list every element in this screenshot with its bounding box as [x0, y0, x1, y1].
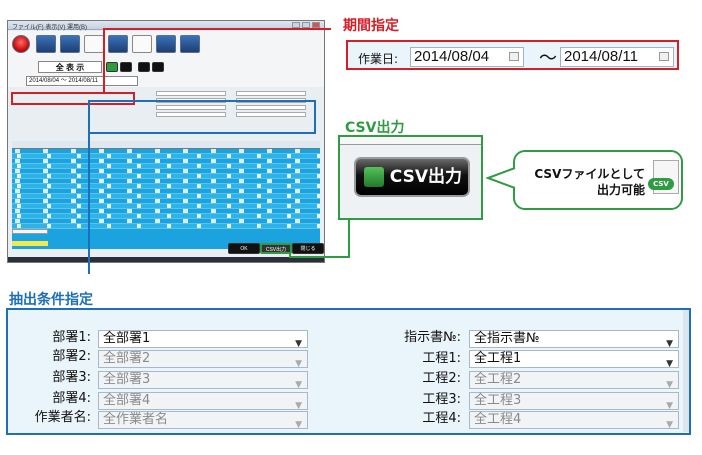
results-grid[interactable]: [12, 141, 320, 249]
csv-info-bubble: CSVファイルとして 出力可能 CSV: [513, 150, 683, 210]
blue-connector: [88, 134, 90, 274]
clear-button[interactable]: [152, 62, 164, 72]
filter-callout-label: 抽出条件指定: [9, 292, 93, 308]
calendar-icon[interactable]: [659, 52, 669, 61]
start-date-value: 2014/08/04: [414, 48, 490, 65]
process1-select[interactable]: 全工程1 ▼: [469, 350, 679, 369]
dept2-value: 全部署2: [103, 351, 151, 366]
table-row[interactable]: [12, 224, 320, 229]
download-arrow-icon: [364, 167, 384, 187]
dept2-label: 部署2:: [52, 349, 91, 364]
app-window-thumbnail: ファイル(F) 表示(V) 運用(B) 全 表 示 2014/08/04 ～ 2…: [7, 20, 325, 263]
process3-value: 全工程3: [474, 393, 522, 408]
tools-icon[interactable]: [180, 35, 200, 53]
period-panel: 作業日: 2014/08/04 ～ 2014/08/11: [346, 40, 679, 70]
red-connector-vertical: [103, 28, 105, 92]
dept1-value: 全部署1: [103, 331, 151, 346]
calendar-icon[interactable]: [509, 52, 519, 61]
bubble-text: CSVファイルとして 出力可能: [527, 166, 645, 198]
process3-label: 工程3:: [422, 392, 461, 407]
bubble-line-1: CSVファイルとして: [534, 167, 645, 181]
process2-value: 全工程2: [474, 372, 522, 387]
dept3-value: 全部署3: [103, 372, 151, 387]
process1-label: 工程1:: [422, 351, 461, 366]
document-icon[interactable]: [132, 35, 152, 53]
instruction-no-label: 指示書№:: [404, 330, 461, 345]
green-connector-c: [348, 220, 350, 258]
csv-callout-label: CSV出力: [345, 120, 405, 136]
chevron-down-icon: ▼: [666, 380, 673, 390]
instruction-no-select[interactable]: 全指示書№ ▼: [469, 330, 679, 349]
process4-value: 全工程4: [474, 412, 522, 427]
process4-select[interactable]: 全工程4 ▼: [469, 411, 679, 430]
chevron-down-icon: ▼: [295, 420, 302, 430]
window-icon[interactable]: [108, 35, 128, 53]
toolbar: 全 表 示 2014/08/04 ～ 2014/08/11: [8, 31, 324, 87]
csv-export-button[interactable]: CSV出力: [354, 157, 470, 197]
export-button[interactable]: [138, 62, 150, 72]
refresh-button[interactable]: [106, 62, 118, 72]
start-date-field[interactable]: 2014/08/04: [410, 47, 524, 67]
process2-select[interactable]: 全工程2 ▼: [469, 371, 679, 390]
worker-name-value: 全作業者名: [103, 412, 169, 427]
green-connector-b: [289, 256, 349, 258]
print-button[interactable]: [120, 62, 132, 72]
edit-icon[interactable]: [36, 35, 56, 53]
dept1-label: 部署1:: [52, 330, 91, 345]
calendar-icon[interactable]: [84, 35, 104, 53]
process3-select[interactable]: 全工程3 ▼: [469, 392, 679, 411]
status-bar: [8, 257, 324, 262]
csv-panel: CSV出力: [338, 135, 483, 220]
dept1-select[interactable]: 全部署1 ▼: [98, 330, 308, 349]
worker-name-select[interactable]: 全作業者名 ▼: [98, 411, 308, 430]
red-connector-horizontal: [103, 28, 331, 30]
filter-panel: 部署1: 全部署1 ▼ 部署2: 全部署2 ▼ 部署3: 全部署3 ▼ 部署4: 全部…: [6, 308, 691, 435]
window-menu-text: ファイル(F) 表示(V) 運用(B): [12, 25, 87, 31]
chevron-down-icon: ▼: [295, 359, 302, 369]
scrollbar[interactable]: [683, 310, 689, 432]
csv-export-button-mini[interactable]: CSV出力: [260, 243, 292, 254]
chevron-down-icon: ▼: [666, 420, 673, 430]
csv-export-label: CSV出力: [389, 167, 462, 187]
end-date-field[interactable]: 2014/08/11: [560, 47, 674, 67]
instruction-no-value: 全指示書№: [474, 331, 540, 346]
process2-label: 工程2:: [422, 371, 461, 386]
dept2-select[interactable]: 全部署2 ▼: [98, 350, 308, 369]
end-date-value: 2014/08/11: [564, 48, 638, 65]
grid-header: [12, 141, 320, 149]
worker-name-label: 作業者名:: [34, 410, 91, 425]
user-icon[interactable]: [60, 35, 80, 53]
csv-file-badge: CSV: [648, 178, 674, 190]
power-icon[interactable]: [12, 35, 30, 53]
work-date-label: 作業日:: [358, 52, 399, 66]
ok-button[interactable]: OK: [228, 243, 260, 254]
close-button[interactable]: 閉じる: [292, 243, 324, 254]
view-title: 全 表 示: [38, 61, 102, 73]
settings-icon[interactable]: [156, 35, 176, 53]
bubble-line-2: 出力可能: [596, 183, 645, 197]
dept3-select[interactable]: 全部署3 ▼: [98, 371, 308, 390]
process4-label: 工程4:: [422, 411, 461, 426]
dept3-label: 部署3:: [52, 370, 91, 385]
range-separator: ～: [539, 48, 557, 69]
legend-swatches: [12, 229, 48, 249]
chevron-down-icon: ▼: [666, 359, 673, 369]
period-callout-label: 期間指定: [343, 18, 399, 34]
bubble-pointer: [486, 167, 516, 189]
process1-value: 全工程1: [474, 351, 522, 366]
filter-highlight: [88, 100, 316, 134]
dept4-label: 部署4:: [52, 391, 91, 406]
dept4-value: 全部署4: [103, 393, 151, 408]
date-range-field[interactable]: 2014/08/04 ～ 2014/08/11: [26, 76, 138, 86]
dept4-select[interactable]: 全部署4 ▼: [98, 392, 308, 411]
csv-panel-strip: [340, 137, 481, 145]
chevron-down-icon: ▼: [295, 380, 302, 390]
